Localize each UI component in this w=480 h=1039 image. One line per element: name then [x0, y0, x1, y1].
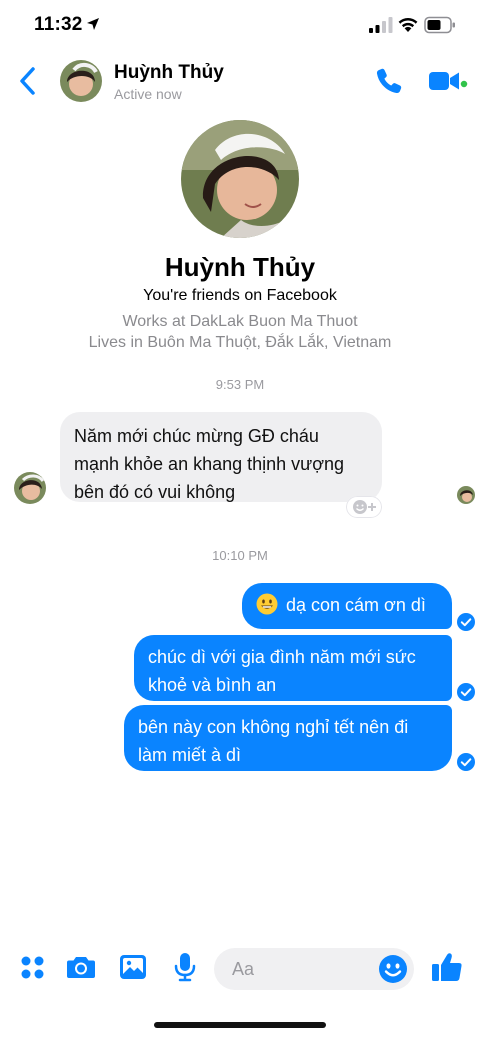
video-call-icon[interactable]: [428, 69, 468, 95]
location-arrow-icon: [87, 18, 99, 30]
add-reaction-icon[interactable]: [346, 496, 382, 518]
active-status: Active now: [114, 86, 182, 102]
profile-name: Huỳnh Thủy: [164, 252, 316, 282]
contact-avatar[interactable]: [60, 60, 102, 102]
emoji-icon[interactable]: [378, 954, 408, 984]
timestamp: 10:10 PM: [212, 548, 268, 563]
status-bar: 11:32: [0, 0, 480, 52]
phone-call-icon[interactable]: [374, 66, 404, 96]
grinning-face-emoji-icon: [256, 593, 278, 615]
chat-header: Huỳnh Thủy Active now: [0, 52, 480, 110]
timestamp: 9:53 PM: [215, 377, 265, 392]
message-text: khoẻ và bình an: [148, 675, 277, 695]
message-text: bên đó có vui không: [74, 482, 236, 502]
gallery-image-icon[interactable]: [118, 952, 148, 982]
back-chevron-icon[interactable]: [16, 66, 40, 96]
outgoing-message-bubble[interactable]: chúc dì với gia đình năm mới sức khoẻ và…: [134, 635, 452, 701]
thumbs-up-icon[interactable]: [430, 950, 464, 984]
more-actions-grid-icon[interactable]: [18, 952, 48, 982]
incoming-message-bubble[interactable]: Năm mới chúc mừng GĐ cháu mạnh khỏe an k…: [60, 412, 382, 502]
delivered-check-icon: [457, 683, 475, 701]
delivered-check-icon: [457, 753, 475, 771]
outgoing-message-bubble[interactable]: bên này con không nghỉ tết nên đi làm mi…: [124, 705, 452, 771]
message-composer: Aa: [0, 940, 480, 1000]
message-text: Năm mới chúc mừng GĐ cháu: [74, 426, 319, 446]
profile-location: Lives in Buôn Ma Thuột, Đắk Lắk, Vietnam: [88, 334, 392, 351]
status-time: 11:32: [34, 14, 83, 35]
message-text: làm miết à dì: [138, 745, 242, 765]
profile-picture[interactable]: [181, 120, 299, 238]
battery-icon: [424, 16, 455, 34]
camera-icon[interactable]: [66, 952, 96, 982]
message-text: mạnh khỏe an khang thịnh vượng: [74, 454, 345, 474]
microphone-icon[interactable]: [170, 952, 200, 982]
message-text: bên này con không nghỉ tết nên đi: [138, 717, 409, 737]
wifi-icon: [398, 17, 418, 32]
delivered-check-icon: [457, 613, 475, 631]
home-indicator: [154, 1022, 326, 1028]
contact-name: Huỳnh Thủy: [114, 62, 224, 83]
outgoing-message-bubble[interactable]: dạ con cám ơn dì: [242, 583, 452, 629]
messenger-chat-screen: 11:32 Huỳnh Thủy Active now Huỳnh Thủy Y…: [0, 0, 480, 1039]
friends-status: You're friends on Facebook: [143, 287, 337, 304]
message-text: chúc dì với gia đình năm mới sức: [148, 647, 416, 667]
sender-avatar[interactable]: [14, 472, 46, 504]
profile-work: Works at DakLak Buon Ma Thuot: [122, 313, 358, 330]
message-text: dạ con cám ơn dì: [286, 595, 426, 615]
signal-icon: [369, 17, 393, 33]
seen-by-avatar: [457, 486, 475, 504]
